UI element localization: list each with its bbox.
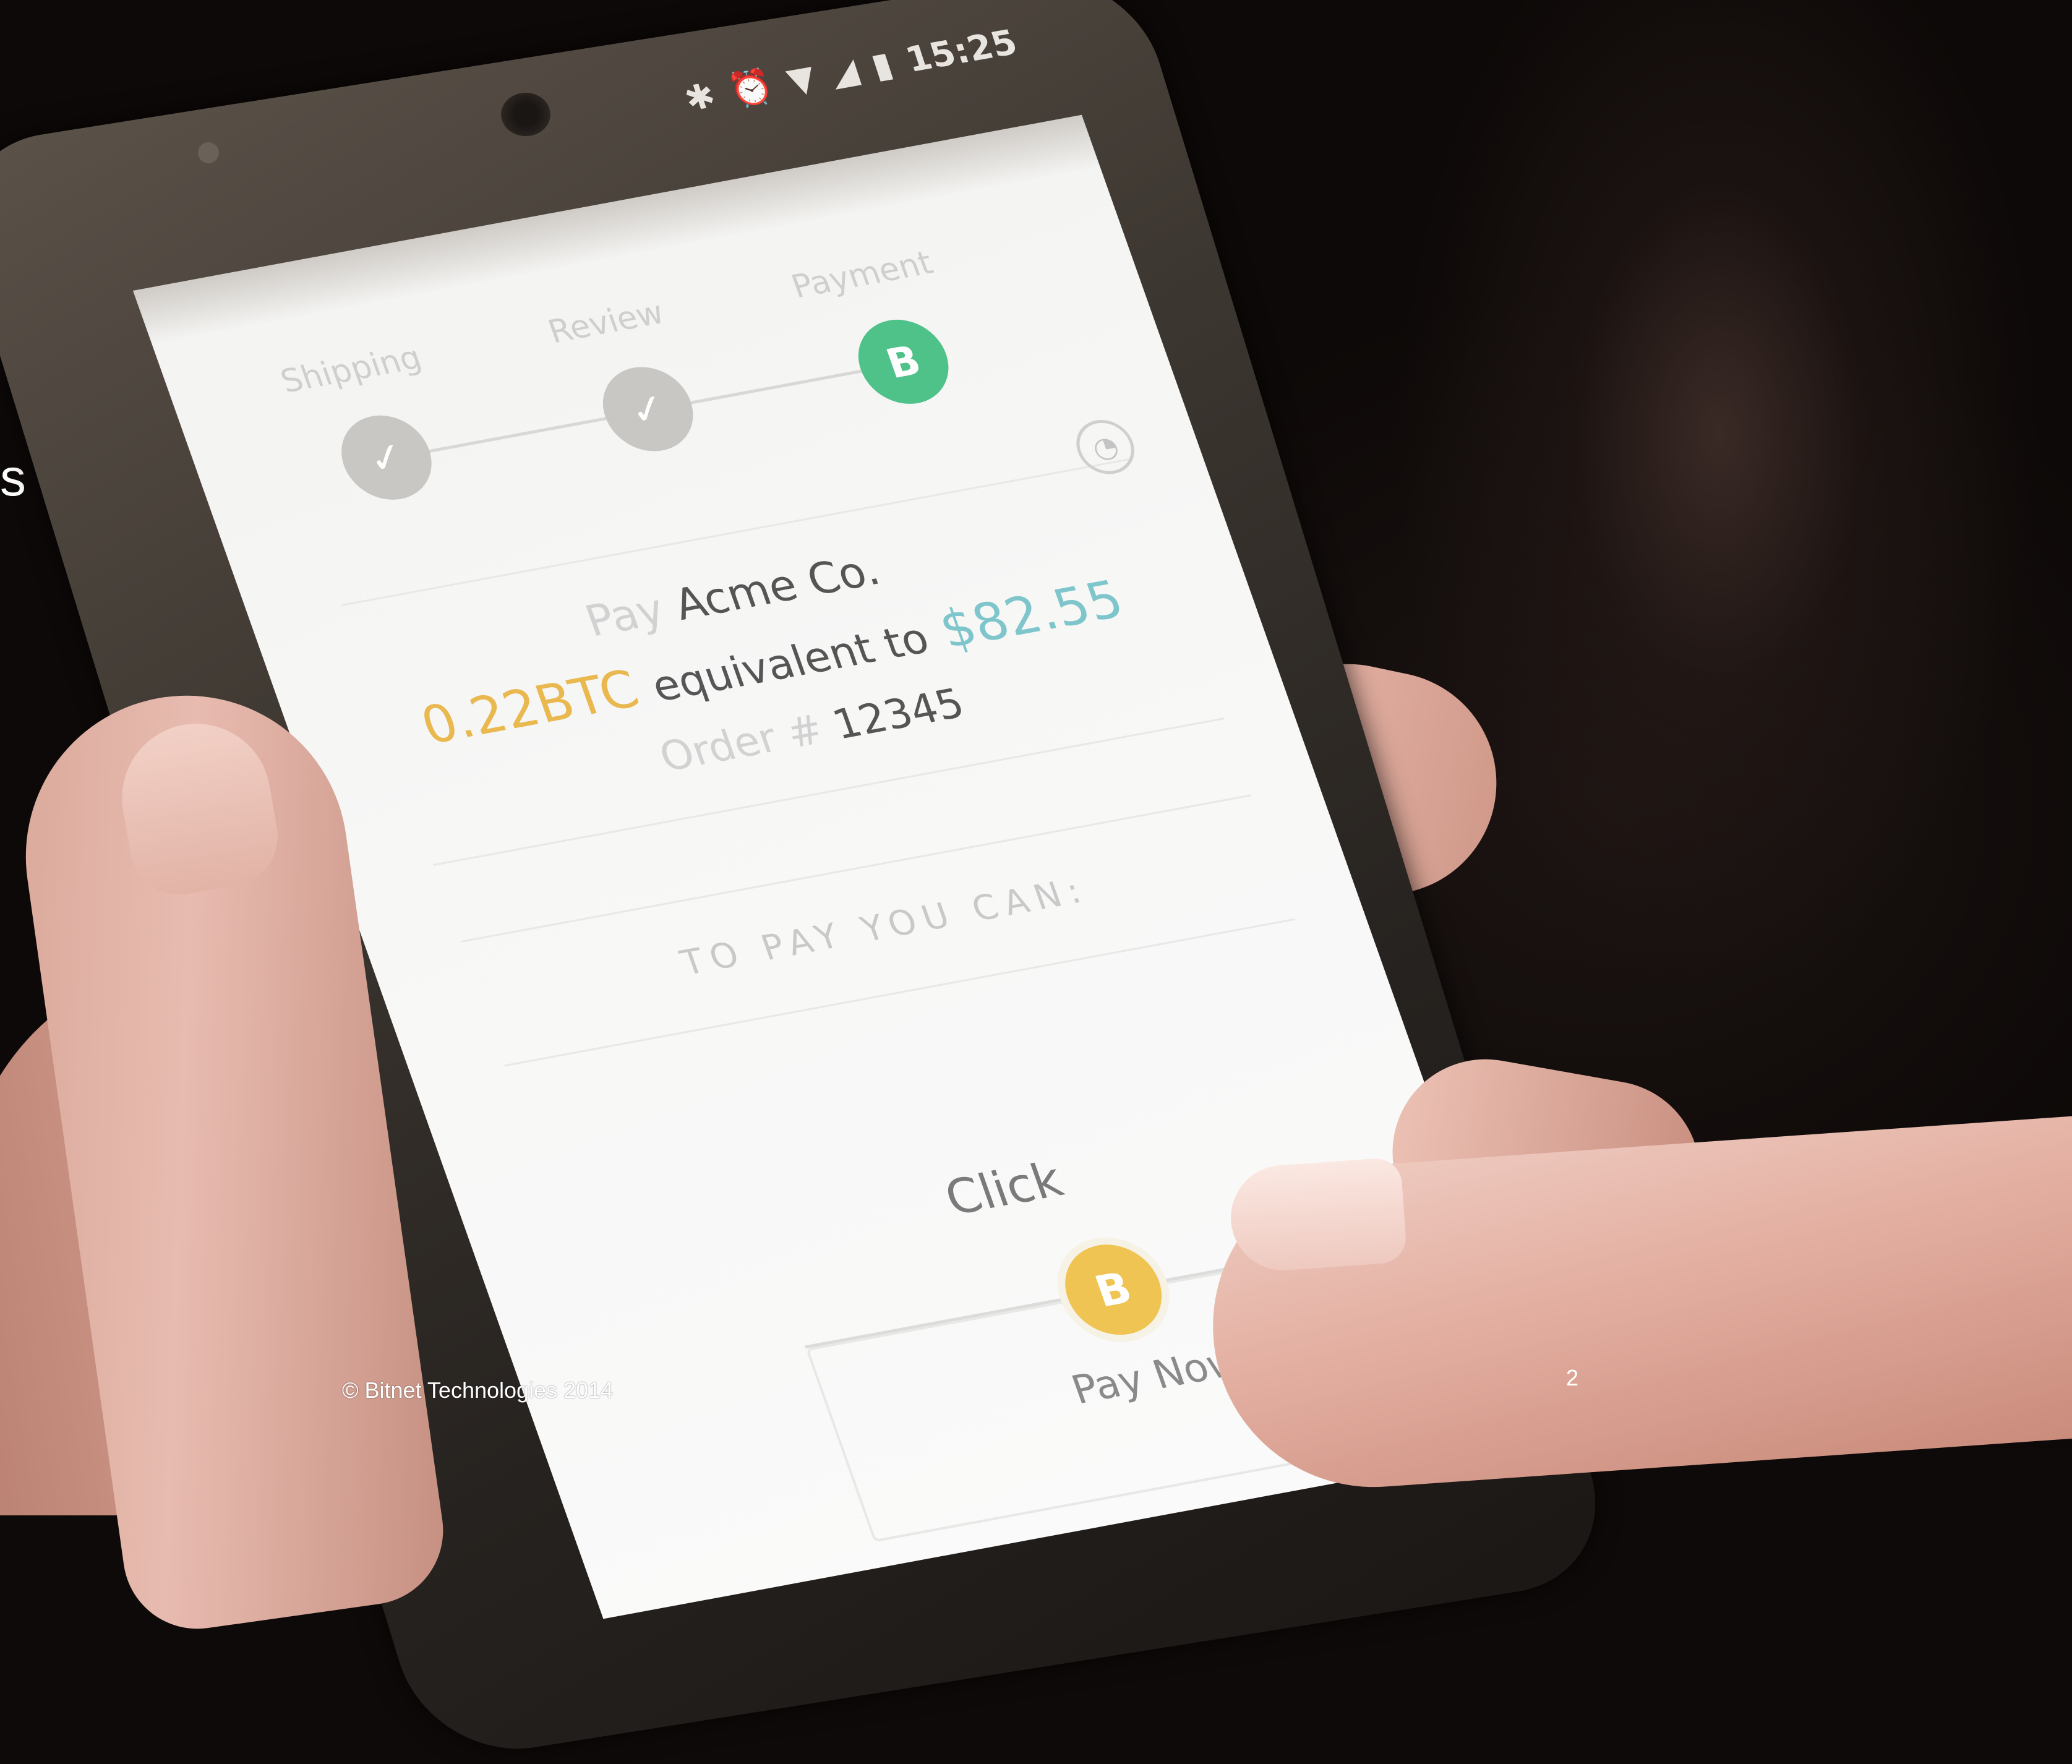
order-number: 12345	[826, 679, 970, 749]
step-label-payment: Payment	[786, 244, 938, 306]
bitcoin-icon: B	[880, 336, 927, 388]
battery-icon: ▮	[866, 44, 898, 87]
page-number: 2	[1566, 1365, 1579, 1390]
check-icon: ✓	[623, 383, 673, 435]
index-finger-nail	[1227, 1157, 1408, 1274]
wifi-icon: ▼	[782, 58, 821, 101]
footer-copyright: © Bitnet Technologies 2014	[342, 1377, 614, 1403]
pay-prefix: Pay	[578, 584, 671, 647]
step-connector	[398, 414, 619, 458]
step-shipping-check[interactable]: ✓	[329, 408, 444, 507]
step-review-check[interactable]: ✓	[591, 359, 706, 459]
step-label-shipping: Shipping	[276, 339, 427, 401]
step-payment-bitcoin[interactable]: B	[846, 312, 961, 411]
to-pay-heading: TO PAY YOU CAN:	[675, 870, 1094, 983]
click-instruction: Click	[938, 1152, 1070, 1227]
signal-icon: ◢	[824, 50, 863, 94]
step-label-review: Review	[543, 294, 669, 351]
bitcoin-icon: B	[1089, 1262, 1139, 1317]
alarm-icon: ⏰	[724, 65, 779, 112]
step-connector	[666, 365, 886, 409]
order-label: Order #	[653, 705, 830, 781]
fiat-amount: $82.55	[931, 568, 1131, 660]
btc-amount: 0.22BTC	[413, 658, 647, 756]
check-icon: ✓	[361, 432, 412, 484]
